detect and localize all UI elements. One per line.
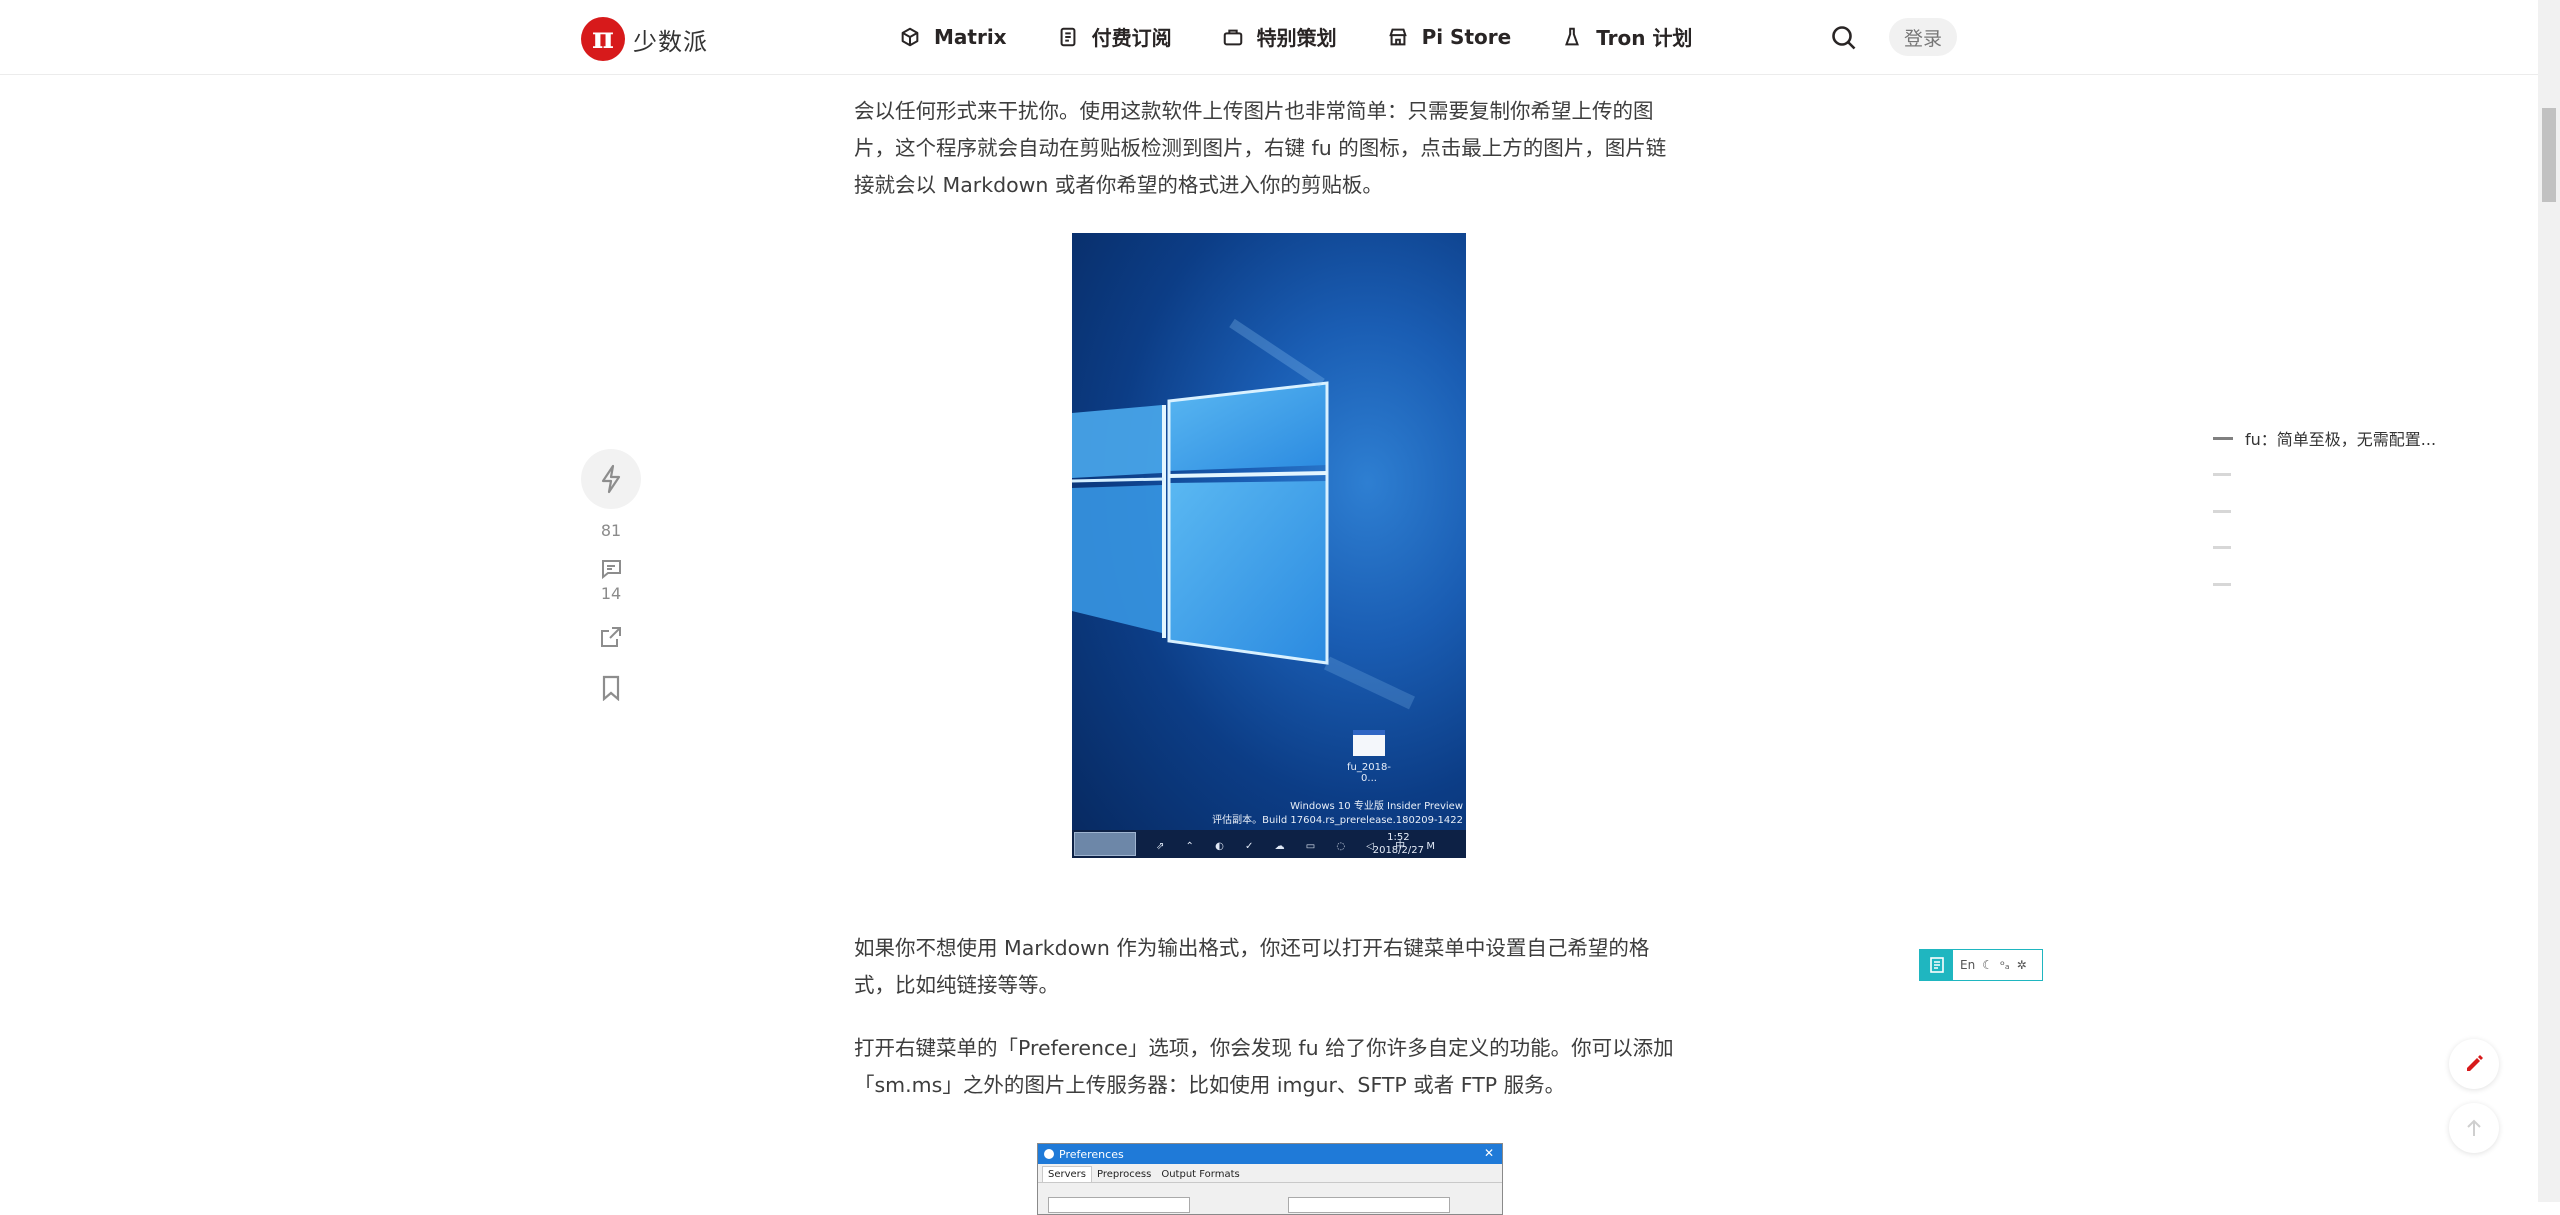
toc-marker bbox=[2213, 436, 2233, 440]
site-logo[interactable]: π 少数派 bbox=[581, 17, 708, 61]
nav-label: 特别策划 bbox=[1256, 26, 1337, 50]
toc-marker bbox=[2213, 546, 2231, 550]
windows-logo-graphic bbox=[1072, 318, 1415, 710]
nav-item-tron[interactable]: Tron 计划 bbox=[1561, 22, 1692, 51]
article-action-rail: 81 14 bbox=[581, 449, 641, 701]
nav-item-special[interactable]: 特别策划 bbox=[1222, 22, 1337, 51]
prefs-app-icon bbox=[1044, 1149, 1054, 1159]
moon-icon[interactable]: ☾ bbox=[1982, 958, 1993, 972]
subscription-icon bbox=[1060, 27, 1076, 46]
article-paragraph: 打开右键菜单的「Preference」选项，你会发现 fu 给了你许多自定义的功… bbox=[854, 1035, 1674, 1097]
back-to-top-button[interactable] bbox=[2449, 1103, 2499, 1153]
flask-icon bbox=[1565, 27, 1580, 45]
desktop-file-icon: fu_2018-0... bbox=[1344, 730, 1394, 784]
article-image-windows-desktop[interactable]: fu_2018-0... Windows 10 专业版 Insider Prev… bbox=[1072, 233, 1466, 858]
font-size-icon[interactable]: ᵒₐ bbox=[2000, 958, 2010, 972]
comment-icon bbox=[602, 560, 621, 580]
nav-item-pi-store[interactable]: Pi Store bbox=[1387, 24, 1512, 49]
clock-date: 2018/2/27 bbox=[1372, 845, 1424, 856]
language-toggle[interactable]: En bbox=[1960, 958, 1975, 972]
article-image-preferences-window[interactable]: Preferences ✕ Servers Preprocess Output … bbox=[1037, 1143, 1503, 1215]
article-paragraph: 会以任何形式来干扰你。使用这款软件上传图片也非常简单：只需要复制你希望上传的图片… bbox=[854, 98, 1667, 197]
nav-label: Pi Store bbox=[1421, 24, 1512, 49]
matrix-icon bbox=[901, 27, 919, 46]
watermark-line: 评估副本。Build 17604.rs_prerelease.180209-14… bbox=[1212, 815, 1463, 826]
toc-item-label: fu：简单至极，无需配置... bbox=[2245, 430, 2437, 450]
book-icon bbox=[1929, 957, 1944, 973]
login-button[interactable]: 登录 bbox=[1889, 18, 1957, 56]
share-icon bbox=[601, 627, 621, 647]
clock-time: 1:52 bbox=[1387, 832, 1410, 843]
toc-item[interactable] bbox=[2213, 493, 2436, 530]
prefs-title: Preferences bbox=[1059, 1147, 1124, 1161]
arrow-up-icon bbox=[2467, 1119, 2481, 1136]
gear-icon[interactable]: ✲ bbox=[2017, 958, 2027, 972]
toc-item[interactable] bbox=[2213, 566, 2436, 603]
special-icon bbox=[1223, 29, 1242, 45]
reading-settings-bar: En ☾ ᵒₐ ✲ bbox=[1919, 949, 2043, 981]
reading-mode-button[interactable] bbox=[1920, 950, 1953, 980]
comment-button[interactable] bbox=[581, 558, 641, 580]
bookmark-button[interactable] bbox=[581, 675, 641, 701]
close-icon: ✕ bbox=[1483, 1146, 1494, 1160]
nav-item-matrix[interactable]: Matrix bbox=[899, 25, 1007, 49]
top-navbar: π 少数派 Matrix 付费订阅 特别策划 Pi Store Tron 计划 … bbox=[0, 0, 2538, 75]
page-scrollbar[interactable] bbox=[2538, 0, 2560, 1202]
toc-marker bbox=[2213, 509, 2231, 513]
prefs-titlebar: Preferences ✕ bbox=[1038, 1144, 1502, 1164]
edit-button[interactable] bbox=[2449, 1039, 2499, 1089]
pencil-icon bbox=[2467, 1055, 2483, 1071]
nav-item-subscription[interactable]: 付费订阅 bbox=[1057, 22, 1172, 51]
prefs-field bbox=[1288, 1197, 1450, 1213]
comment-count: 14 bbox=[600, 584, 622, 603]
prefs-tab-preprocess: Preprocess bbox=[1097, 1169, 1152, 1180]
prefs-tab-servers: Servers bbox=[1042, 1166, 1093, 1182]
article-paragraph: 如果你不想使用 Markdown 作为输出格式，你还可以打开右键菜单中设置自己希… bbox=[854, 935, 1650, 997]
toc-marker bbox=[2213, 473, 2231, 477]
main-nav: Matrix 付费订阅 特别策划 Pi Store Tron 计划 bbox=[899, 22, 1742, 51]
charge-count: 81 bbox=[600, 521, 622, 540]
taskbar-thumbnail bbox=[1074, 832, 1136, 856]
site-name: 少数派 bbox=[633, 27, 708, 56]
lightning-icon bbox=[601, 464, 621, 494]
nav-label: 付费订阅 bbox=[1091, 26, 1172, 50]
windows-watermark: Windows 10 专业版 Insider Preview 评估副本。Buil… bbox=[1212, 800, 1463, 828]
search-button[interactable] bbox=[1830, 24, 1858, 52]
search-icon bbox=[1832, 26, 1856, 50]
watermark-line: Windows 10 专业版 Insider Preview bbox=[1290, 801, 1463, 812]
prefs-field bbox=[1048, 1197, 1190, 1213]
table-of-contents: fu：简单至极，无需配置... bbox=[2213, 420, 2436, 603]
store-icon bbox=[1388, 28, 1407, 45]
prefs-tab-output-formats: Output Formats bbox=[1161, 1169, 1240, 1180]
charge-button[interactable] bbox=[581, 449, 641, 509]
toc-marker bbox=[2213, 582, 2231, 586]
nav-label: Tron 计划 bbox=[1596, 26, 1693, 50]
share-button[interactable] bbox=[581, 625, 641, 649]
desktop-file-label: fu_2018-0... bbox=[1347, 762, 1391, 784]
toc-item[interactable] bbox=[2213, 530, 2436, 567]
nav-label: Matrix bbox=[934, 24, 1007, 49]
scrollbar-thumb[interactable] bbox=[2542, 108, 2556, 202]
taskbar-clock: 1:52 2018/2/27 bbox=[1373, 831, 1424, 857]
file-icon bbox=[1353, 730, 1385, 756]
pi-logo-icon: π bbox=[581, 17, 625, 61]
toc-item[interactable]: fu：简单至极，无需配置... bbox=[2213, 420, 2436, 457]
toc-item[interactable] bbox=[2213, 457, 2436, 494]
bookmark-icon bbox=[602, 675, 620, 701]
prefs-tabs: Servers Preprocess Output Formats bbox=[1038, 1164, 1502, 1183]
